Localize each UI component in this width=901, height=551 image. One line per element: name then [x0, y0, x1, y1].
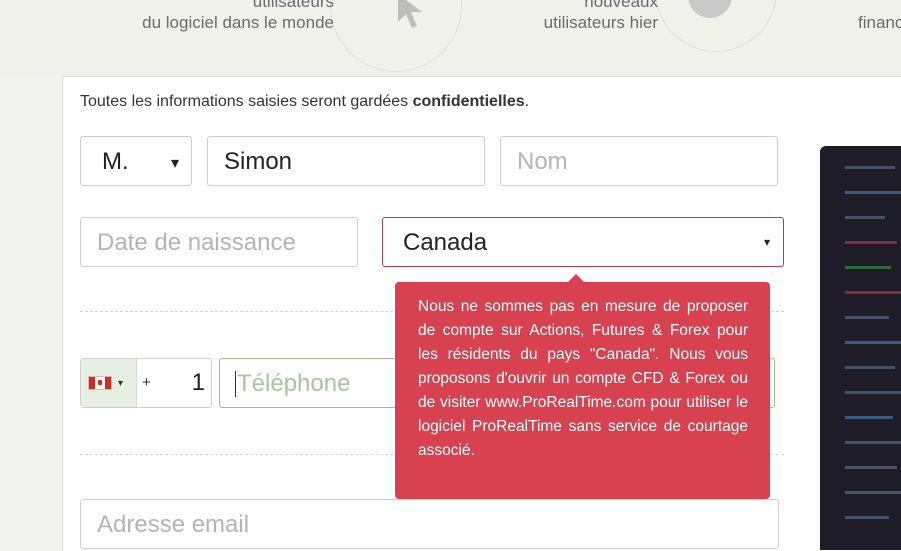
tooltip-arrow: [568, 274, 584, 282]
platform-screenshot: [820, 146, 901, 550]
title-chevron-down-icon: ▾: [171, 155, 180, 172]
confidential-prefix: Toutes les informations saisies seront g…: [80, 93, 413, 110]
stat1-text: utilisateurs du logiciel dans le monde: [100, 0, 334, 33]
country-select[interactable]: Canada ▾: [382, 217, 784, 267]
tooltip-message: Nous ne sommes pas en mesure de proposer…: [418, 298, 748, 459]
birthdate-placeholder: Date de naissance: [97, 229, 296, 256]
phone-placeholder: Téléphone: [237, 370, 351, 397]
phone-plus-sign: +: [142, 374, 151, 391]
stat2-line2: utilisateurs hier: [543, 13, 658, 32]
stats-band: utilisateurs du logiciel dans le monde n…: [0, 0, 901, 76]
stat3-text: financ: [858, 12, 901, 33]
email-field[interactable]: Adresse email: [80, 499, 779, 549]
canada-flag-icon: [88, 376, 112, 390]
last-name-field[interactable]: Nom: [500, 136, 778, 186]
country-select-value: Canada: [403, 229, 488, 256]
stat2-text: nouveaux utilisateurs hier: [480, 0, 658, 33]
country-error-tooltip: Nous ne sommes pas en mesure de proposer…: [395, 274, 770, 499]
stat1-line2: du logiciel dans le monde: [142, 13, 334, 32]
text-cursor: [235, 371, 236, 397]
first-name-field[interactable]: Simon: [207, 136, 485, 186]
stat2-line1: nouveaux: [584, 0, 658, 11]
phone-dial-code: 1: [191, 369, 205, 396]
last-name-placeholder: Nom: [517, 148, 568, 175]
title-select[interactable]: M. ▾: [80, 136, 192, 186]
confidential-suffix: .: [524, 93, 530, 110]
flag-chevron-down-icon: ▾: [118, 378, 124, 389]
birthdate-field[interactable]: Date de naissance: [80, 217, 358, 267]
flag-dropdown[interactable]: ▾: [81, 359, 137, 407]
first-name-value: Simon: [224, 148, 293, 175]
country-chevron-down-icon: ▾: [764, 235, 771, 249]
phone-country-code[interactable]: ▾ + 1: [80, 358, 212, 408]
email-placeholder: Adresse email: [97, 511, 250, 538]
stat1-line1: utilisateurs: [252, 0, 334, 11]
title-select-value: M.: [102, 148, 129, 175]
confidential-notice: Toutes les informations saisies seront g…: [80, 93, 529, 111]
stat3-partial: financ: [858, 13, 901, 32]
cursor-arrow-icon: [398, 0, 422, 28]
confidential-bold: confidentielles: [412, 93, 525, 110]
